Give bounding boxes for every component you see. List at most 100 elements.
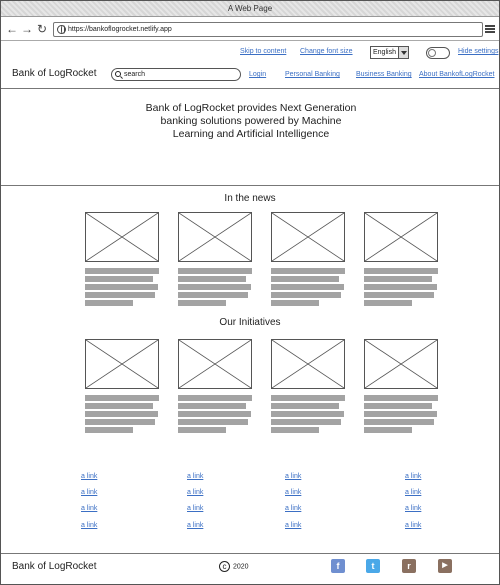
accessibility-bar: Skip to content Change font size English… — [1, 41, 499, 61]
footer-link[interactable]: a link — [405, 522, 421, 529]
text-line — [178, 268, 252, 274]
footer-link[interactable]: a link — [405, 489, 421, 496]
copyright: c 2020 — [219, 561, 249, 573]
footer-link[interactable]: a link — [285, 522, 301, 529]
text-line — [178, 427, 226, 433]
image-placeholder — [364, 339, 438, 389]
initiatives-section-title: Our Initiatives — [219, 317, 281, 328]
image-placeholder — [178, 212, 252, 262]
footer-link[interactable]: a link — [405, 473, 421, 480]
text-line — [178, 403, 246, 409]
footer-link[interactable]: a link — [187, 473, 203, 480]
footer-link[interactable]: a link — [81, 505, 97, 512]
text-line — [364, 276, 432, 282]
footer-link[interactable]: a link — [285, 489, 301, 496]
footer-link[interactable]: a link — [187, 522, 203, 529]
hide-settings-link[interactable]: Hide settings — [458, 48, 498, 55]
text-line — [364, 300, 412, 306]
footer-link[interactable]: a link — [81, 489, 97, 496]
image-placeholder — [271, 212, 345, 262]
text-line — [85, 403, 153, 409]
window-title: A Web Page — [227, 4, 273, 13]
address-url: https://bankoflogrocket.netlify.app — [68, 26, 172, 33]
text-line — [85, 292, 155, 298]
hero-line: Learning and Artificial Intelligence — [172, 128, 330, 140]
search-input[interactable]: search — [111, 68, 241, 81]
nav-business-banking[interactable]: Business Banking — [356, 71, 412, 78]
text-line — [85, 411, 158, 417]
settings-toggle[interactable] — [426, 47, 450, 59]
text-line — [364, 403, 432, 409]
site-header: Bank of LogRocket search Login Personal … — [1, 61, 499, 89]
text-line — [271, 284, 344, 290]
text-line — [364, 427, 412, 433]
image-placeholder — [364, 212, 438, 262]
browser-toolbar: ← → ↻ https://bankoflogrocket.netlify.ap… — [1, 18, 499, 41]
forward-arrow-icon[interactable]: → — [21, 22, 33, 36]
text-line — [271, 419, 341, 425]
nav-login[interactable]: Login — [249, 71, 266, 78]
window-title-bar: A Web Page — [1, 1, 499, 17]
reload-icon[interactable]: ↻ — [36, 22, 48, 36]
footer-link[interactable]: a link — [187, 505, 203, 512]
text-line — [178, 419, 248, 425]
news-card[interactable] — [364, 212, 438, 306]
hero-line: banking solutions powered by Machine — [160, 115, 342, 127]
text-line — [271, 292, 341, 298]
image-placeholder — [271, 339, 345, 389]
language-selected-value: English — [373, 49, 396, 56]
text-line — [85, 427, 133, 433]
reddit-icon[interactable]: r — [402, 559, 416, 573]
text-line — [271, 276, 339, 282]
footer-link[interactable]: a link — [285, 473, 301, 480]
news-section-title: In the news — [224, 193, 276, 204]
text-line — [178, 284, 251, 290]
back-arrow-icon[interactable]: ← — [6, 22, 18, 36]
image-placeholder — [85, 212, 159, 262]
facebook-icon[interactable]: f — [331, 559, 345, 573]
change-font-size-link[interactable]: Change font size — [300, 48, 353, 55]
address-bar[interactable]: https://bankoflogrocket.netlify.app — [53, 22, 483, 37]
footer-link[interactable]: a link — [187, 489, 203, 496]
initiative-card[interactable] — [271, 339, 345, 433]
news-card[interactable] — [85, 212, 159, 306]
twitter-icon[interactable]: t — [366, 559, 380, 573]
text-line — [178, 276, 246, 282]
text-line — [85, 300, 133, 306]
text-line — [364, 268, 438, 274]
initiative-card[interactable] — [178, 339, 252, 433]
language-select[interactable]: English — [370, 46, 409, 59]
hero-section: Bank of LogRocket provides Next Generati… — [1, 89, 499, 186]
text-line — [364, 292, 434, 298]
text-line — [178, 300, 226, 306]
text-line — [85, 395, 159, 401]
text-line — [178, 411, 251, 417]
site-logo-text[interactable]: Bank of LogRocket — [12, 68, 97, 79]
text-line — [364, 284, 437, 290]
news-card[interactable] — [271, 212, 345, 306]
news-card[interactable] — [178, 212, 252, 306]
footer-link[interactable]: a link — [405, 505, 421, 512]
text-line — [178, 395, 252, 401]
skip-to-content-link[interactable]: Skip to content — [240, 48, 286, 55]
text-line — [364, 395, 438, 401]
footer-link[interactable]: a link — [81, 473, 97, 480]
text-line — [271, 268, 345, 274]
hero-tagline: Bank of LogRocket provides Next Generati… — [121, 102, 381, 141]
text-line — [178, 292, 248, 298]
text-line — [271, 427, 319, 433]
text-line — [271, 300, 319, 306]
globe-icon — [57, 25, 66, 34]
initiative-card[interactable] — [85, 339, 159, 433]
nav-personal-banking[interactable]: Personal Banking — [285, 71, 340, 78]
image-placeholder — [178, 339, 252, 389]
initiative-card[interactable] — [364, 339, 438, 433]
hamburger-menu-icon[interactable] — [485, 25, 495, 33]
text-line — [271, 411, 344, 417]
nav-about[interactable]: About BankofLogRocket — [419, 71, 495, 78]
youtube-icon[interactable]: ▶ — [438, 559, 452, 573]
text-line — [271, 403, 339, 409]
chevron-down-icon — [398, 47, 408, 58]
footer-link[interactable]: a link — [285, 505, 301, 512]
footer-link[interactable]: a link — [81, 522, 97, 529]
